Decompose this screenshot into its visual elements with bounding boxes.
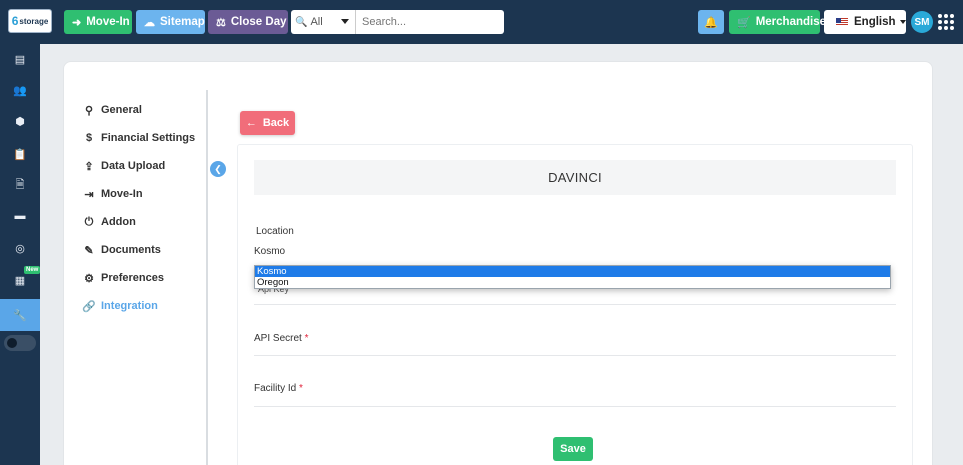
sitemap-icon: ☁ [144,16,155,29]
search-scope-value: All [310,16,323,28]
api-secret-label: API Secret * [254,333,309,344]
nav-item-label: Data Upload [101,160,166,172]
sign-in-icon: ➜ [72,16,82,29]
sitemap-button[interactable]: ☁ Sitemap [136,10,205,34]
documents-icon: ✎ [84,244,94,257]
move-in-icon: ⇥ [84,188,94,201]
dashboard-icon[interactable]: ▤ [0,47,40,71]
avatar-initials: SM [914,16,930,28]
settings-wrench-icon[interactable]: 🔧 [0,299,40,331]
nav-item-documents[interactable]: ✎ Documents [78,236,206,264]
nav-item-move-in[interactable]: ⇥ Move-In [78,180,206,208]
language-label: English [854,16,896,28]
back-button[interactable]: ← Back [240,111,295,135]
nav-item-label: Addon [101,216,136,228]
cart-icon: 🛒 [737,16,751,29]
location-select[interactable]: Kosmo [254,246,285,257]
notification-button[interactable]: 🔔 [698,10,724,34]
panel-title: DAVINCI [254,160,896,195]
location-dropdown-list: Kosmo Oregon [254,265,891,289]
close-day-label: Close Day [230,16,287,28]
global-search: 🔍 All [291,10,504,34]
move-in-button[interactable]: ➜ Move-In [64,10,132,34]
nav-divider [206,90,208,465]
top-navbar: 6 storage ➜ Move-In ☁ Sitemap ⚖ Close Day… [0,0,963,44]
search-scope-select[interactable]: 🔍 All [291,10,356,34]
new-badge: New [24,266,41,274]
facility-id-label-text: Facility Id [254,383,297,394]
required-mark: * [304,333,309,344]
clipboard-icon[interactable]: 📋 [0,142,40,166]
app-logo[interactable]: 6 storage [8,9,52,33]
marketing-icon[interactable]: ◎ [0,236,40,260]
settings-nav: ⚲ General $ Financial Settings ⇪ Data Up… [78,96,206,320]
nav-item-label: Preferences [101,272,164,284]
users-icon[interactable]: 👥 [0,78,40,102]
nav-item-label: General [101,104,142,116]
upload-icon: ⇪ [84,160,94,173]
units-icon[interactable]: ⬢ [0,109,40,133]
move-in-label: Move-In [86,16,130,28]
nav-item-integration[interactable]: 🔗 Integration [78,292,206,320]
nav-item-addon[interactable]: ⏻ Addon [78,208,206,236]
gear-icon: ⚙ [84,272,94,285]
chevron-down-icon [899,20,906,24]
api-secret-label-text: API Secret [254,333,302,344]
us-flag-icon [836,18,848,26]
close-day-button[interactable]: ⚖ Close Day [208,10,288,34]
arrow-left-icon: ← [245,117,257,129]
general-icon: ⚲ [84,104,94,117]
nav-item-label: Move-In [101,188,143,200]
bell-icon: 🔔 [704,16,718,29]
merchandise-button[interactable]: 🛒 Merchandise [729,10,826,34]
api-key-input[interactable] [254,304,896,305]
search-icon: 🔍 [295,16,308,28]
location-option-kosmo[interactable]: Kosmo [255,266,890,277]
balance-scale-icon: ⚖ [216,16,226,29]
sitemap-label: Sitemap [160,16,205,28]
collapse-nav-button[interactable]: ❮ [210,161,226,177]
language-select[interactable]: English [824,10,906,34]
link-icon: 🔗 [82,300,96,313]
location-label: Location [256,226,294,237]
apps-grid-icon[interactable] [938,14,954,30]
api-secret-input[interactable] [254,355,896,356]
nav-item-data-upload[interactable]: ⇪ Data Upload [78,152,206,180]
logo-text: storage [19,16,49,26]
payment-icon[interactable]: ▬ [0,204,40,228]
facility-id-input[interactable] [254,406,896,407]
dollar-icon: $ [85,132,93,144]
search-input[interactable] [356,10,504,34]
addon-icon: ⏻ [84,215,94,228]
nav-item-financial-settings[interactable]: $ Financial Settings [78,124,206,152]
chevron-left-icon: ❮ [214,163,222,174]
chevron-down-icon [341,19,349,24]
save-button[interactable]: Save [553,437,593,461]
document-icon[interactable]: 🗎 [0,173,40,197]
location-option-oregon[interactable]: Oregon [255,277,890,288]
nav-item-preferences[interactable]: ⚙ Preferences [78,264,206,292]
merchandise-label: Merchandise [755,16,827,28]
nav-item-general[interactable]: ⚲ General [78,96,206,124]
theme-toggle[interactable] [4,335,36,351]
main-sidebar: ▤ 👥 ⬢ 📋 🗎 ▬ ◎ ▦ New 🔧 [0,44,41,465]
user-avatar[interactable]: SM [911,11,933,33]
back-label: Back [262,117,290,129]
facility-id-label: Facility Id * [254,383,303,394]
required-mark: * [299,383,303,394]
nav-item-label: Integration [101,300,158,312]
nav-item-label: Financial Settings [101,132,196,144]
nav-item-label: Documents [101,244,161,256]
